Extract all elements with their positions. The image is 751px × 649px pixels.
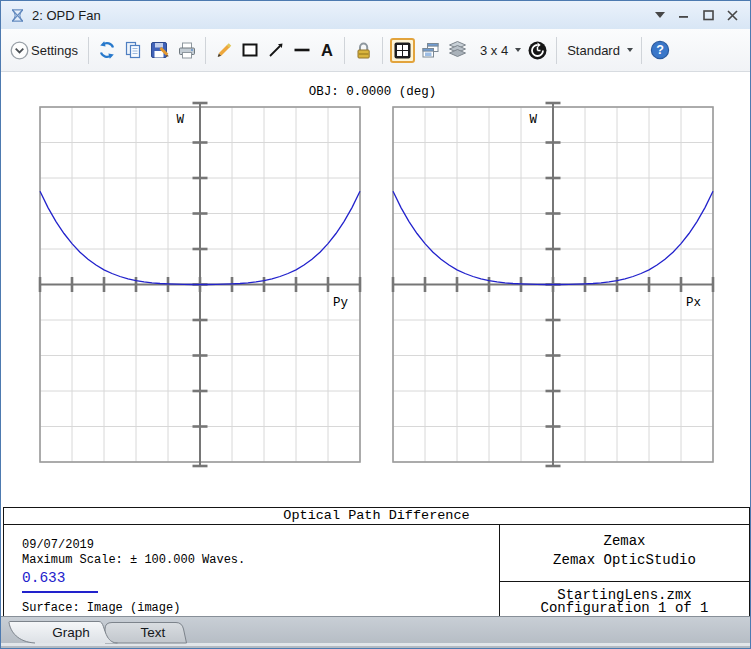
- settings-label: Settings: [29, 43, 80, 58]
- toolbar: Settings: [1, 29, 750, 72]
- auto-update-icon: [527, 40, 548, 61]
- chevron-down-icon: [655, 12, 665, 18]
- layers-button[interactable]: [444, 38, 471, 63]
- y-axis-label: W: [176, 113, 184, 127]
- separator: [382, 37, 383, 64]
- svg-text:A: A: [321, 41, 333, 59]
- print-icon: [176, 40, 197, 61]
- windows-button[interactable]: [417, 38, 444, 63]
- window-icon: [9, 7, 26, 24]
- maximize-icon: [703, 10, 714, 21]
- brand-line2: Zemax OpticStudio: [500, 551, 749, 570]
- save-icon: [149, 40, 170, 61]
- configuration-text: Configuration 1 of 1: [500, 602, 749, 615]
- svg-text:?: ?: [656, 43, 664, 57]
- minimize-icon: [679, 10, 689, 20]
- close-button[interactable]: [720, 5, 744, 25]
- opd-panel-py: W Py: [40, 102, 360, 467]
- tabbar-svg: Graph Text: [1, 616, 750, 648]
- rectangle-icon: [240, 40, 260, 60]
- caret-down-icon: [627, 48, 633, 52]
- help-button[interactable]: ?: [647, 38, 673, 62]
- tab-graph-label[interactable]: Graph: [52, 625, 90, 640]
- info-panel: Optical Path Difference 09/07/2019 Maxim…: [3, 507, 750, 618]
- plot-area: OBJ: 0.0000 (deg) WPyWPx: [1, 72, 750, 507]
- scale-text: Maximum Scale: ± 100.000 Waves.: [22, 553, 245, 567]
- surface-text: Surface: Image (image): [22, 601, 180, 615]
- separator: [205, 37, 206, 64]
- copy-button[interactable]: [120, 38, 146, 62]
- text-icon: A: [318, 40, 336, 60]
- refresh-button[interactable]: [94, 38, 120, 62]
- help-icon: ?: [650, 40, 670, 60]
- settings-button[interactable]: Settings: [7, 39, 83, 62]
- brand-cell: Zemax Zemax OpticStudio: [500, 525, 749, 582]
- text-tool-button[interactable]: A: [315, 38, 339, 62]
- separator: [344, 37, 345, 64]
- minimize-button[interactable]: [672, 5, 696, 25]
- file-cell: StartingLens.zmx Configuration 1 of 1: [500, 583, 749, 617]
- line-icon: [292, 40, 312, 60]
- close-icon: [727, 10, 738, 21]
- caret-down-icon: [515, 48, 521, 52]
- pencil-tool-button[interactable]: [211, 38, 237, 62]
- separator: [88, 37, 89, 64]
- window-title: 2: OPD Fan: [32, 8, 101, 23]
- y-axis-label: W: [529, 113, 537, 127]
- date-text: 09/07/2019: [22, 538, 94, 552]
- split-view-icon: [394, 42, 411, 59]
- titlebar: 2: OPD Fan: [1, 1, 750, 29]
- opd-panel-px: W Px: [393, 102, 713, 467]
- window-menu-button[interactable]: [648, 5, 672, 25]
- x-axis-label: Px: [686, 296, 701, 310]
- lock-button[interactable]: [350, 38, 377, 63]
- layers-icon: [447, 40, 468, 61]
- print-button[interactable]: [173, 38, 200, 63]
- rectangle-tool-button[interactable]: [237, 38, 263, 62]
- wavelength-value: 0.633: [22, 570, 66, 586]
- line-tool-button[interactable]: [289, 38, 315, 62]
- pencil-icon: [214, 40, 234, 60]
- arrow-icon: [266, 40, 286, 60]
- grid-layout-label: 3 x 4: [478, 43, 510, 58]
- windows-icon: [420, 40, 441, 61]
- tab-text-label[interactable]: Text: [141, 625, 166, 640]
- grid-layout-dropdown[interactable]: 3 x 4: [475, 41, 524, 60]
- info-left-cell: 09/07/2019 Maximum Scale: ± 100.000 Wave…: [4, 525, 499, 617]
- info-right-cell: Zemax Zemax OpticStudio StartingLens.zmx…: [499, 525, 749, 617]
- opd-fan-plots: W Py W Px: [1, 72, 751, 507]
- split-view-button-active[interactable]: [390, 38, 415, 63]
- profile-label: Standard: [565, 43, 622, 58]
- settings-chevron-icon: [10, 41, 29, 60]
- plot-title: Optical Path Difference: [4, 508, 749, 525]
- copy-icon: [123, 40, 143, 60]
- profile-dropdown[interactable]: Standard: [562, 41, 636, 60]
- tabbar: Graph Text: [1, 616, 750, 648]
- maximize-button[interactable]: [696, 5, 720, 25]
- x-axis-label: Py: [333, 296, 349, 310]
- save-button[interactable]: [146, 38, 173, 63]
- brand-line1: Zemax: [500, 532, 749, 551]
- opd-fan-window: 2: OPD Fan Settings: [0, 0, 751, 649]
- separator: [641, 37, 642, 64]
- auto-update-button[interactable]: [524, 38, 551, 63]
- arrow-tool-button[interactable]: [263, 38, 289, 62]
- separator: [556, 37, 557, 64]
- refresh-icon: [97, 40, 117, 60]
- wavelength-underline: [22, 591, 98, 593]
- lock-icon: [353, 40, 374, 61]
